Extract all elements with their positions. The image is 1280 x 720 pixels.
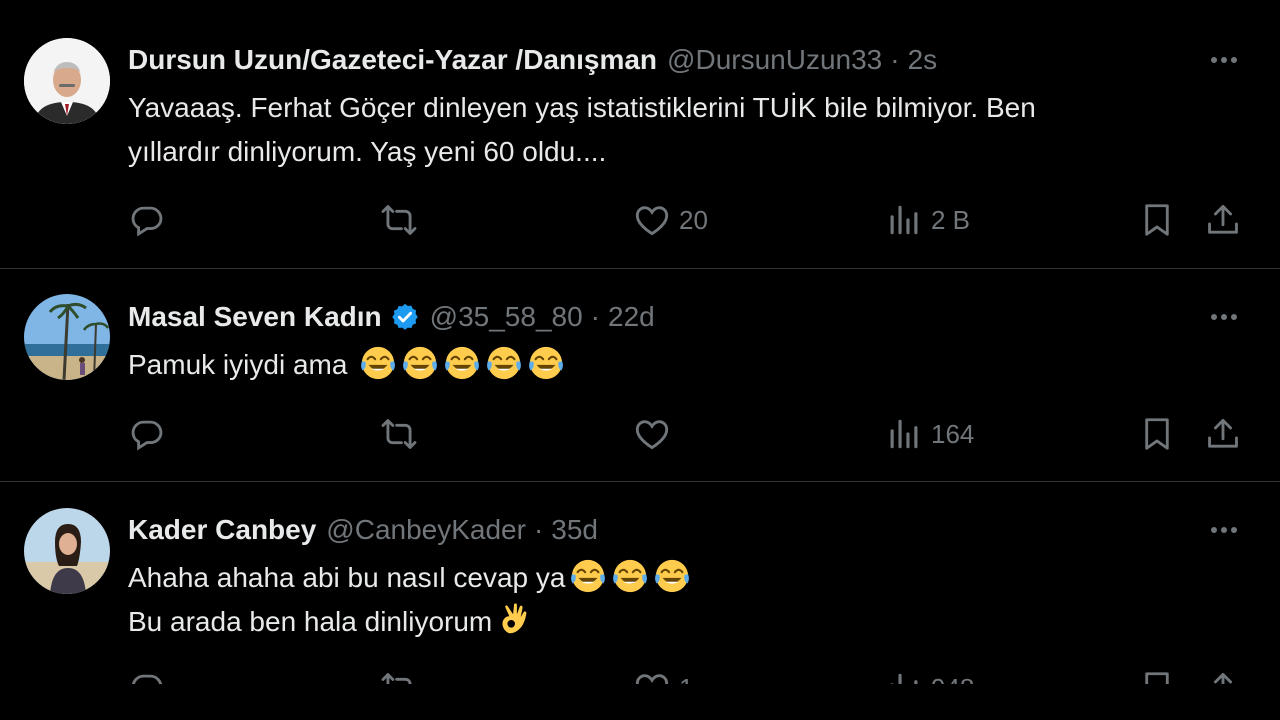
timestamp[interactable]: 2s (908, 44, 938, 76)
avatar-photo-icon (24, 508, 110, 594)
user-handle[interactable]: @35_58_80 (430, 301, 583, 333)
heart-icon (633, 201, 671, 239)
face-with-tears-of-joy-icon (359, 344, 397, 382)
tweet[interactable]: Masal Seven Kadın @35_58_80 · 22d Pamuk … (0, 269, 1280, 481)
tweet-text-content: Pamuk iyiydi ama (128, 349, 356, 380)
face-with-tears-of-joy-icon (611, 557, 649, 595)
action-bar: 164 (0, 412, 1280, 456)
face-with-tears-of-joy-icon (401, 344, 439, 382)
tweet[interactable]: Dursun Uzun/Gazeteci-Yazar /Danışman @Du… (0, 0, 1280, 268)
like-button[interactable] (633, 412, 671, 456)
tweet-text: Yavaaaş. Ferhat Göçer dinleyen yaş istat… (128, 86, 1228, 174)
separator: · (890, 44, 900, 75)
avatar-photo-icon (24, 294, 110, 380)
ok-hand-icon (496, 601, 534, 639)
face-with-tears-of-joy-icon (653, 557, 691, 595)
views-icon (885, 201, 923, 239)
tweet-text-content: Bu arada ben hala dinliyorum (128, 606, 493, 637)
bookmark-button[interactable] (1138, 198, 1176, 242)
separator: · (533, 514, 544, 545)
like-count: 20 (679, 204, 708, 235)
reply-icon (128, 201, 166, 239)
bookmark-icon (1138, 415, 1176, 453)
tweet-text: Ahaha ahaha abi bu nasıl cevap ya Bu ara… (128, 556, 1228, 644)
tweet[interactable]: Kader Canbey @CanbeyKader · 35d Ahaha ah… (0, 482, 1280, 720)
retweet-icon (380, 201, 418, 239)
display-name[interactable]: Masal Seven Kadın (128, 301, 382, 333)
reply-icon (128, 415, 166, 453)
tweet-text-content: Ahaha ahaha abi bu nasıl cevap ya (128, 562, 566, 593)
bottom-fade (0, 684, 1280, 720)
share-button[interactable] (1204, 412, 1242, 456)
views-button[interactable]: 164 (885, 412, 974, 456)
avatar[interactable] (24, 508, 110, 594)
more-options-icon[interactable] (1204, 45, 1244, 75)
timestamp[interactable]: 22d (608, 301, 655, 333)
tweet-text-line: Yavaaaş. Ferhat Göçer dinleyen yaş istat… (128, 92, 1036, 123)
avatar[interactable] (24, 38, 110, 124)
heart-icon (633, 415, 671, 453)
tweet-text-line: Ahaha ahaha abi bu nasıl cevap ya (128, 556, 1228, 600)
bookmark-button[interactable] (1138, 412, 1176, 456)
avatar[interactable] (24, 294, 110, 380)
timeline: Dursun Uzun/Gazeteci-Yazar /Danışman @Du… (0, 0, 1280, 720)
tweet-text-line: Bu arada ben hala dinliyorum (128, 600, 1228, 644)
display-name[interactable]: Kader Canbey (128, 514, 316, 546)
bookmark-icon (1138, 201, 1176, 239)
face-with-tears-of-joy-icon (443, 344, 481, 382)
face-with-tears-of-joy-icon (527, 344, 565, 382)
user-handle[interactable]: @DursunUzun33 (667, 44, 882, 76)
retweet-icon (380, 415, 418, 453)
action-bar: 20 2 B (0, 198, 1280, 242)
tweet-header: Masal Seven Kadın @35_58_80 · 22d (128, 297, 655, 337)
display-name[interactable]: Dursun Uzun/Gazeteci-Yazar /Danışman (128, 44, 657, 76)
views-icon (885, 415, 923, 453)
reply-button[interactable] (128, 198, 166, 242)
avatar-photo-icon (24, 38, 110, 124)
like-button[interactable]: 20 (633, 198, 708, 242)
tweet-header: Kader Canbey @CanbeyKader · 35d (128, 510, 598, 550)
verified-badge-icon (391, 303, 418, 330)
reply-button[interactable] (128, 412, 166, 456)
views-button[interactable]: 2 B (885, 198, 970, 242)
tweet-text: Pamuk iyiydi ama (128, 343, 1228, 387)
timestamp[interactable]: 35d (551, 514, 598, 546)
user-handle[interactable]: @CanbeyKader (326, 514, 526, 546)
view-count: 2 B (931, 204, 971, 235)
tweet-header: Dursun Uzun/Gazeteci-Yazar /Danışman @Du… (128, 40, 937, 80)
face-with-tears-of-joy-icon (569, 557, 607, 595)
share-icon (1204, 415, 1242, 453)
share-button[interactable] (1204, 198, 1242, 242)
retweet-button[interactable] (380, 412, 418, 456)
retweet-button[interactable] (380, 198, 418, 242)
separator: · (590, 301, 600, 332)
face-with-tears-of-joy-icon (485, 344, 523, 382)
view-count: 164 (931, 418, 975, 449)
more-options-icon[interactable] (1204, 302, 1244, 332)
tweet-text-line: Pamuk iyiydi ama (128, 343, 1228, 387)
tweet-text-line: yıllardır dinliyorum. Yaş yeni 60 oldu..… (128, 136, 607, 167)
more-options-icon[interactable] (1204, 515, 1244, 545)
share-icon (1204, 201, 1242, 239)
